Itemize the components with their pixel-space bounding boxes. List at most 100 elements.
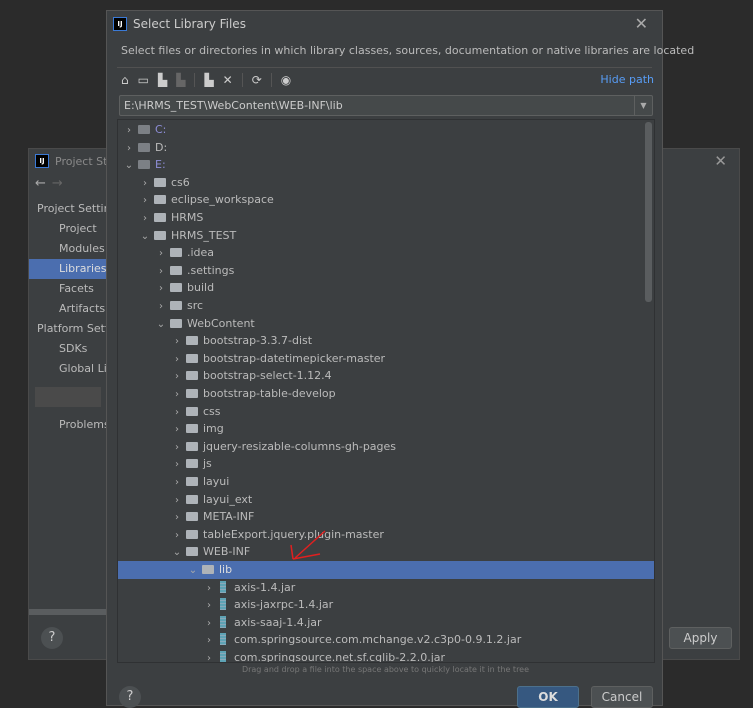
chevron-right-icon[interactable]: › xyxy=(170,492,184,510)
chevron-right-icon[interactable]: › xyxy=(170,404,184,422)
project-folder-icon[interactable]: ▙ xyxy=(158,73,167,87)
help-button[interactable]: ? xyxy=(119,686,141,708)
chevron-right-icon[interactable]: › xyxy=(170,421,184,439)
tree-item[interactable]: › layui_ext xyxy=(118,491,654,509)
close-icon[interactable]: ✕ xyxy=(714,152,727,170)
forward-arrow-icon[interactable]: → xyxy=(52,176,63,191)
tree-item[interactable]: ⌄ lib xyxy=(118,561,654,579)
chevron-right-icon[interactable]: › xyxy=(202,597,216,615)
tree-item-label: D: xyxy=(155,140,168,154)
chevron-right-icon[interactable]: › xyxy=(170,351,184,369)
tree-item[interactable]: ⌄ E: xyxy=(118,156,654,174)
back-arrow-icon[interactable]: ← xyxy=(35,176,46,191)
desktop-icon[interactable]: ▭ xyxy=(138,73,149,87)
tree-item[interactable]: › cs6 xyxy=(118,174,654,192)
tree-item[interactable]: › axis-saaj-1.4.jar xyxy=(118,614,654,632)
tree-item-label: META-INF xyxy=(203,510,255,524)
tree-item[interactable]: › axis-1.4.jar xyxy=(118,579,654,597)
sidebar-item[interactable]: Facets xyxy=(29,279,107,299)
home-icon[interactable]: ⌂ xyxy=(121,73,129,87)
tree-item[interactable]: › D: xyxy=(118,139,654,157)
tree-item[interactable]: › eclipse_workspace xyxy=(118,191,654,209)
chevron-down-icon[interactable]: ⌄ xyxy=(122,157,136,175)
delete-icon[interactable]: ✕ xyxy=(223,73,233,87)
sidebar-item[interactable]: Project xyxy=(29,219,107,239)
tree-item[interactable]: ⌄ WebContent xyxy=(118,315,654,333)
sidebar-item[interactable]: Libraries xyxy=(29,259,107,279)
chevron-right-icon[interactable]: › xyxy=(138,192,152,210)
chevron-right-icon[interactable]: › xyxy=(170,509,184,527)
show-hidden-icon[interactable]: ◉ xyxy=(281,73,291,87)
chevron-right-icon[interactable]: › xyxy=(122,140,136,158)
tree-item[interactable]: ⌄ WEB-INF xyxy=(118,543,654,561)
settings-sidebar: Project Settings ProjectModulesLibrariesF… xyxy=(29,199,107,435)
ok-button[interactable]: OK xyxy=(517,686,579,708)
chevron-right-icon[interactable]: › xyxy=(202,615,216,633)
sidebar-item[interactable]: Global Libraries xyxy=(29,359,107,379)
module-folder-icon[interactable]: ▙ xyxy=(176,73,185,87)
folder-icon xyxy=(186,441,198,451)
chevron-right-icon[interactable]: › xyxy=(154,263,168,281)
tree-item[interactable]: › bootstrap-3.3.7-dist xyxy=(118,332,654,350)
chevron-right-icon[interactable]: › xyxy=(170,456,184,474)
chevron-down-icon[interactable]: ⌄ xyxy=(170,544,184,562)
chevron-down-icon[interactable]: ⌄ xyxy=(186,562,200,580)
tree-item[interactable]: › axis-jaxrpc-1.4.jar xyxy=(118,596,654,614)
tree-item[interactable]: › HRMS xyxy=(118,209,654,227)
chevron-down-icon[interactable]: ▼ xyxy=(634,96,652,115)
close-icon[interactable]: ✕ xyxy=(635,14,648,33)
tree-item[interactable]: › META-INF xyxy=(118,508,654,526)
chevron-right-icon[interactable]: › xyxy=(202,580,216,598)
tree-item[interactable]: › js xyxy=(118,455,654,473)
tree-item[interactable]: › src xyxy=(118,297,654,315)
chevron-right-icon[interactable]: › xyxy=(138,210,152,228)
help-button[interactable]: ? xyxy=(41,627,63,649)
chevron-right-icon[interactable]: › xyxy=(170,386,184,404)
tree-item[interactable]: › .settings xyxy=(118,262,654,280)
tree-item-label: axis-jaxrpc-1.4.jar xyxy=(234,598,334,612)
drive-icon xyxy=(138,160,150,170)
path-input[interactable]: E:\HRMS_TEST\WebContent\WEB-INF\lib ▼ xyxy=(119,95,653,116)
tree-item[interactable]: › C: xyxy=(118,121,654,139)
chevron-right-icon[interactable]: › xyxy=(122,122,136,140)
sidebar-item[interactable]: Problems xyxy=(29,415,107,435)
sidebar-scrollbar[interactable] xyxy=(29,609,107,615)
chevron-right-icon[interactable]: › xyxy=(154,298,168,316)
toolbar-separator xyxy=(270,73,272,87)
chevron-right-icon[interactable]: › xyxy=(138,175,152,193)
hide-path-link[interactable]: Hide path xyxy=(600,73,654,86)
chevron-right-icon[interactable]: › xyxy=(202,632,216,650)
tree-item[interactable]: › com.springsource.com.mchange.v2.c3p0-0.… xyxy=(118,631,654,649)
chevron-right-icon[interactable]: › xyxy=(170,474,184,492)
tree-item[interactable]: › css xyxy=(118,403,654,421)
tree-item[interactable]: › layui xyxy=(118,473,654,491)
tree-item[interactable]: › .idea xyxy=(118,244,654,262)
cancel-button[interactable]: Cancel xyxy=(591,686,653,708)
chevron-right-icon[interactable]: › xyxy=(202,650,216,662)
chevron-right-icon[interactable]: › xyxy=(170,527,184,545)
chevron-right-icon[interactable]: › xyxy=(170,439,184,457)
folder-icon xyxy=(202,565,214,574)
chevron-down-icon[interactable]: ⌄ xyxy=(154,316,168,334)
chevron-right-icon[interactable]: › xyxy=(154,245,168,263)
jar-icon xyxy=(220,615,226,628)
sidebar-item[interactable]: Modules xyxy=(29,239,107,259)
tree-item[interactable]: › bootstrap-select-1.12.4 xyxy=(118,367,654,385)
chevron-right-icon[interactable]: › xyxy=(170,333,184,351)
tree-item[interactable]: › bootstrap-table-develop xyxy=(118,385,654,403)
sidebar-item[interactable]: SDKs xyxy=(29,339,107,359)
refresh-icon[interactable]: ⟳ xyxy=(252,73,262,87)
new-folder-icon[interactable]: ▙ xyxy=(204,73,213,87)
tree-item[interactable]: › jquery-resizable-columns-gh-pages xyxy=(118,438,654,456)
tree-item[interactable]: › com.springsource.net.sf.cglib-2.2.0.jar xyxy=(118,649,654,662)
tree-item[interactable]: › tableExport.jquery.plugin-master xyxy=(118,526,654,544)
chevron-right-icon[interactable]: › xyxy=(154,280,168,298)
tree-item[interactable]: › bootstrap-datetimepicker-master xyxy=(118,350,654,368)
apply-button[interactable]: Apply xyxy=(669,627,732,649)
tree-item[interactable]: › build xyxy=(118,279,654,297)
chevron-down-icon[interactable]: ⌄ xyxy=(138,228,152,246)
sidebar-item[interactable]: Artifacts xyxy=(29,299,107,319)
tree-item[interactable]: ⌄ HRMS_TEST xyxy=(118,227,654,245)
tree-item[interactable]: › img xyxy=(118,420,654,438)
chevron-right-icon[interactable]: › xyxy=(170,368,184,386)
